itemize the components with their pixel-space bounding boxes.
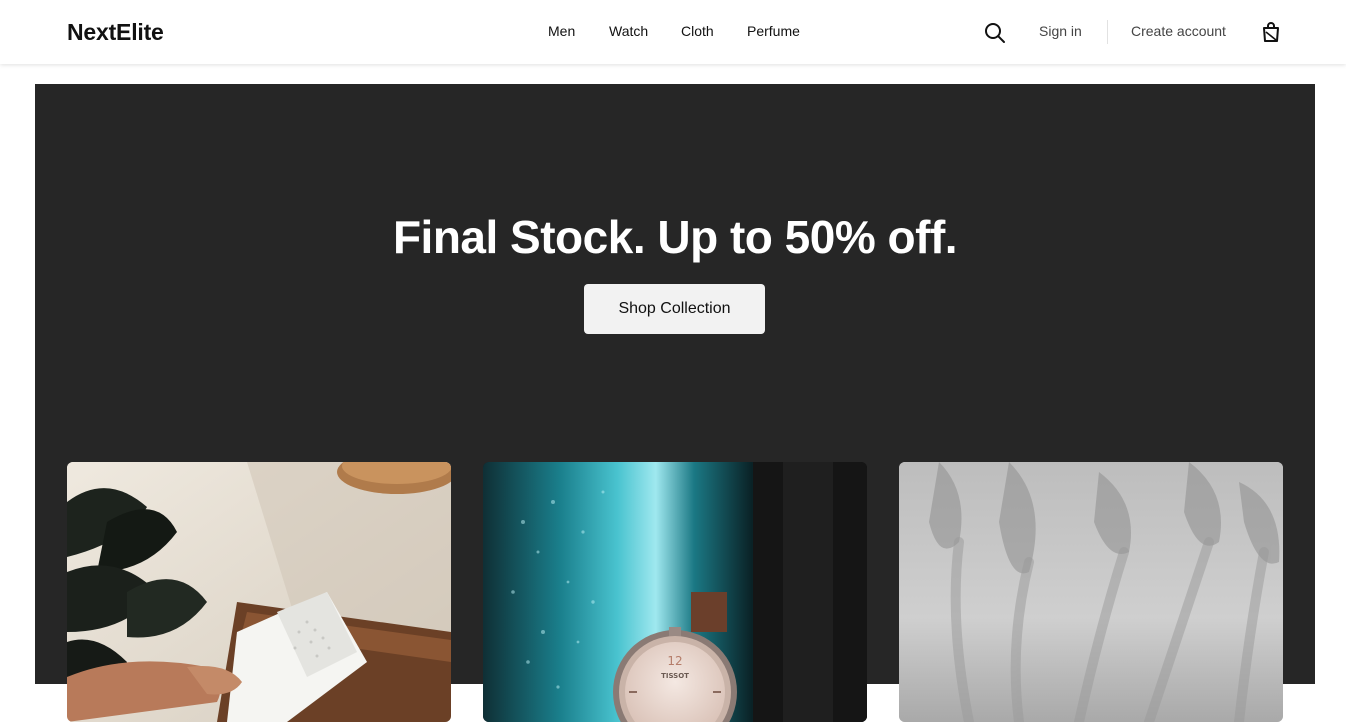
nav-watch[interactable]: Watch — [609, 23, 648, 39]
watch-card-image[interactable]: 12 TISSOT — [483, 462, 867, 722]
site-header: NextElite Men Watch Cloth Perfume Sign i… — [0, 0, 1346, 64]
hero-banner: Final Stock. Up to 50% off. Shop Collect… — [35, 84, 1315, 722]
create-account-link[interactable]: Create account — [1131, 23, 1226, 39]
cloth-card-image[interactable] — [67, 462, 451, 722]
shopping-bag-icon[interactable] — [1259, 20, 1283, 44]
brand-logo[interactable]: NextElite — [67, 19, 164, 46]
svg-text:12: 12 — [667, 654, 682, 668]
svg-text:TISSOT: TISSOT — [661, 672, 689, 680]
search-icon[interactable] — [983, 21, 1007, 45]
hero-title: Final Stock. Up to 50% off. — [392, 211, 958, 263]
nav-cloth[interactable]: Cloth — [681, 23, 714, 39]
shop-collection-button[interactable]: Shop Collection — [584, 284, 765, 334]
perfume-card-image[interactable] — [899, 462, 1283, 722]
sign-in-link[interactable]: Sign in — [1039, 23, 1082, 39]
nav-men[interactable]: Men — [548, 23, 575, 39]
header-divider — [1107, 20, 1108, 44]
nav-perfume[interactable]: Perfume — [747, 23, 800, 39]
